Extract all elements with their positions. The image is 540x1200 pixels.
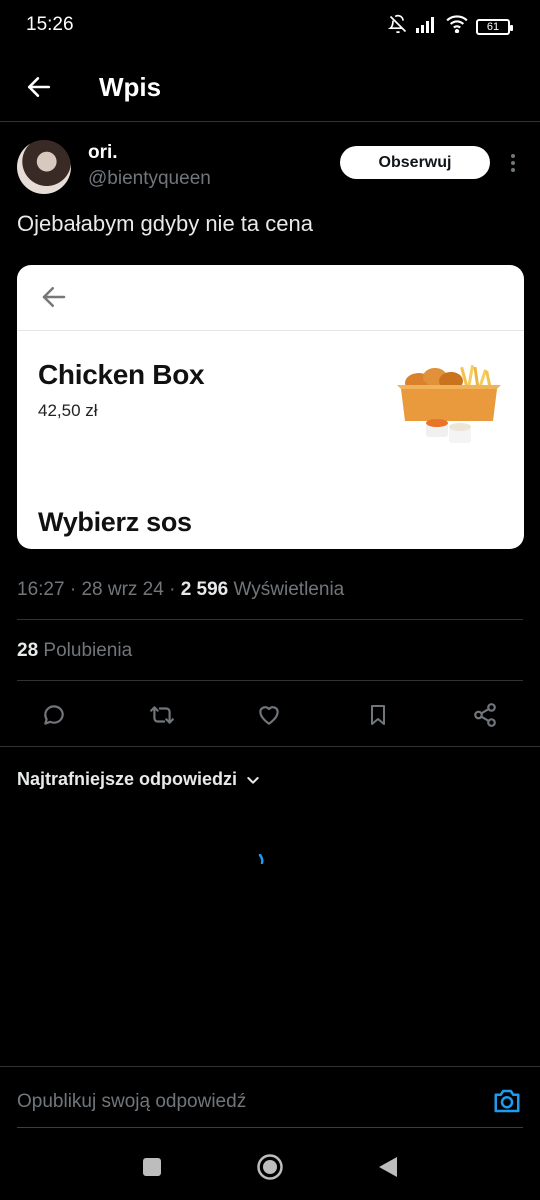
divider bbox=[17, 619, 523, 620]
status-icons: 61 bbox=[387, 14, 513, 39]
nav-square-icon bbox=[143, 1158, 161, 1176]
more-vertical-icon bbox=[511, 154, 515, 172]
page-title: Wpis bbox=[99, 72, 162, 102]
divider bbox=[0, 746, 540, 747]
choose-sauce-heading: Wybierz sos bbox=[38, 507, 192, 537]
status-bar: 15:26 61 bbox=[0, 0, 540, 52]
back-arrow-icon bbox=[27, 77, 51, 97]
post-media[interactable]: Chicken Box 42,50 zł Wybierz sos bbox=[17, 265, 524, 549]
replies-sort-label: Najtrafniejsze odpowiedzi bbox=[17, 769, 238, 789]
camera-button[interactable] bbox=[492, 1087, 522, 1115]
author-handle[interactable]: @bientyqueen bbox=[88, 168, 211, 190]
like-icon bbox=[259, 706, 279, 725]
likes-label: Polubienia bbox=[38, 640, 133, 661]
more-options-button[interactable] bbox=[503, 150, 523, 176]
loading-spinner-icon bbox=[258, 854, 264, 864]
chicken-box-image bbox=[397, 365, 501, 443]
media-header bbox=[17, 265, 524, 331]
signal-icon bbox=[416, 15, 438, 38]
wifi-icon bbox=[446, 15, 468, 38]
post-text: Ojebałabym gdyby nie ta cena bbox=[17, 211, 313, 236]
post-time: 16:27 bbox=[17, 579, 65, 600]
share-icon bbox=[474, 703, 496, 727]
likes-count: 28 bbox=[17, 640, 39, 661]
like-button[interactable] bbox=[254, 700, 284, 730]
reply-composer bbox=[0, 1066, 540, 1128]
reply-underline bbox=[17, 1127, 523, 1128]
muted-bell-icon bbox=[387, 14, 408, 39]
post-date: 28 wrz 24 bbox=[81, 579, 164, 600]
home-button[interactable] bbox=[255, 1152, 285, 1182]
reply-input[interactable] bbox=[17, 1091, 457, 1113]
product-price: 42,50 zł bbox=[38, 401, 98, 420]
media-back-arrow-icon bbox=[42, 287, 66, 307]
system-back-button[interactable] bbox=[373, 1152, 403, 1182]
divider bbox=[17, 680, 523, 681]
replies-sort-dropdown[interactable]: Najtrafniejsze odpowiedzi bbox=[17, 769, 261, 790]
reply-button[interactable] bbox=[39, 700, 69, 730]
views-count: 2 596 bbox=[180, 579, 229, 600]
views-label: Wyświetlenia bbox=[228, 579, 345, 600]
chevron-down-icon bbox=[247, 776, 259, 784]
meta-separator: · bbox=[64, 579, 82, 600]
camera-icon bbox=[494, 1089, 520, 1113]
avatar[interactable] bbox=[17, 140, 71, 194]
battery-icon: 61 bbox=[476, 18, 513, 35]
recents-button[interactable] bbox=[137, 1152, 167, 1182]
product-name: Chicken Box bbox=[38, 359, 205, 390]
follow-button[interactable]: Obserwuj bbox=[340, 146, 490, 179]
share-button[interactable] bbox=[470, 700, 500, 730]
back-button[interactable] bbox=[22, 70, 56, 104]
retweet-icon bbox=[150, 706, 174, 724]
nav-back-icon bbox=[379, 1157, 397, 1177]
bookmark-button[interactable] bbox=[363, 700, 393, 730]
retweet-button[interactable] bbox=[147, 700, 177, 730]
nav-home-icon bbox=[257, 1154, 283, 1180]
post-actions bbox=[0, 690, 540, 738]
meta-separator: · bbox=[163, 579, 181, 600]
status-time: 15:26 bbox=[26, 14, 74, 35]
app-bar: Wpis bbox=[0, 52, 540, 122]
reply-icon bbox=[44, 705, 64, 725]
bookmark-icon bbox=[371, 705, 385, 725]
post-meta: 16:27 · 28 wrz 24 · 2 596 Wyświetlenia bbox=[17, 579, 344, 601]
system-nav-bar bbox=[0, 1130, 540, 1200]
likes-row[interactable]: 28 Polubienia bbox=[17, 640, 132, 662]
author-name[interactable]: ori. bbox=[88, 142, 118, 164]
